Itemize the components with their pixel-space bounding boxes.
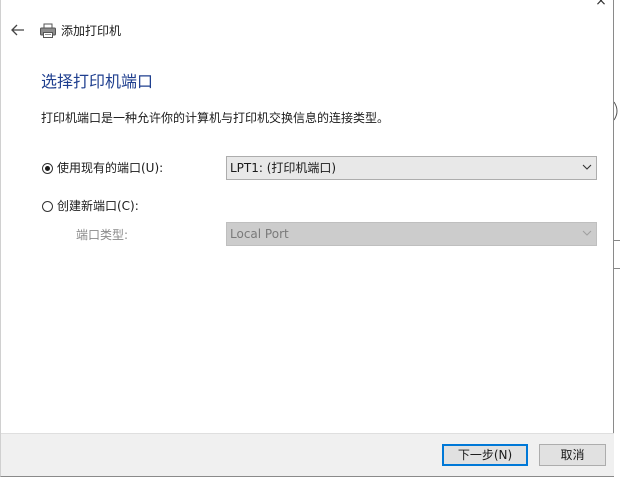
back-button[interactable] xyxy=(8,21,28,39)
cancel-button[interactable]: 取消 xyxy=(539,444,606,466)
create-new-port-radio[interactable]: 创建新端口(C): xyxy=(42,198,139,214)
use-existing-port-label: 使用现有的端口(U): xyxy=(57,161,164,175)
background-window-fragment xyxy=(614,101,618,121)
window-title: 添加打印机 xyxy=(61,24,122,38)
add-printer-window: × 添加打印机 选择打印机端口 打印机端口是一种允许你的计算机与打印机交换信息的… xyxy=(0,0,614,477)
radio-button-unchecked[interactable] xyxy=(42,200,53,212)
create-new-port-label: 创建新端口(C): xyxy=(57,199,139,213)
chevron-down-icon xyxy=(582,230,592,236)
use-existing-port-radio[interactable]: 使用现有的端口(U): xyxy=(42,160,163,176)
radio-button-checked[interactable] xyxy=(42,162,53,174)
page-description: 打印机端口是一种允许你的计算机与打印机交换信息的连接类型。 xyxy=(41,111,390,125)
title-bar: 添加打印机 xyxy=(1,14,615,46)
next-button[interactable]: 下一步(N) xyxy=(442,444,528,466)
printer-icon xyxy=(40,23,56,38)
chevron-down-icon xyxy=(582,164,592,170)
page-title: 选择打印机端口 xyxy=(41,72,154,91)
close-icon[interactable]: × xyxy=(593,0,609,8)
port-type-label: 端口类型: xyxy=(76,228,129,242)
background-window-fragment xyxy=(614,240,620,241)
back-arrow-icon xyxy=(11,24,24,36)
existing-port-value: LPT1: (打印机端口) xyxy=(230,161,337,175)
footer-bar: 下一步(N) 取消 xyxy=(1,433,614,476)
port-type-value: Local Port xyxy=(230,227,289,241)
existing-port-dropdown[interactable]: LPT1: (打印机端口) xyxy=(226,156,597,180)
port-type-dropdown: Local Port xyxy=(226,222,597,246)
background-window-fragment xyxy=(614,268,620,269)
